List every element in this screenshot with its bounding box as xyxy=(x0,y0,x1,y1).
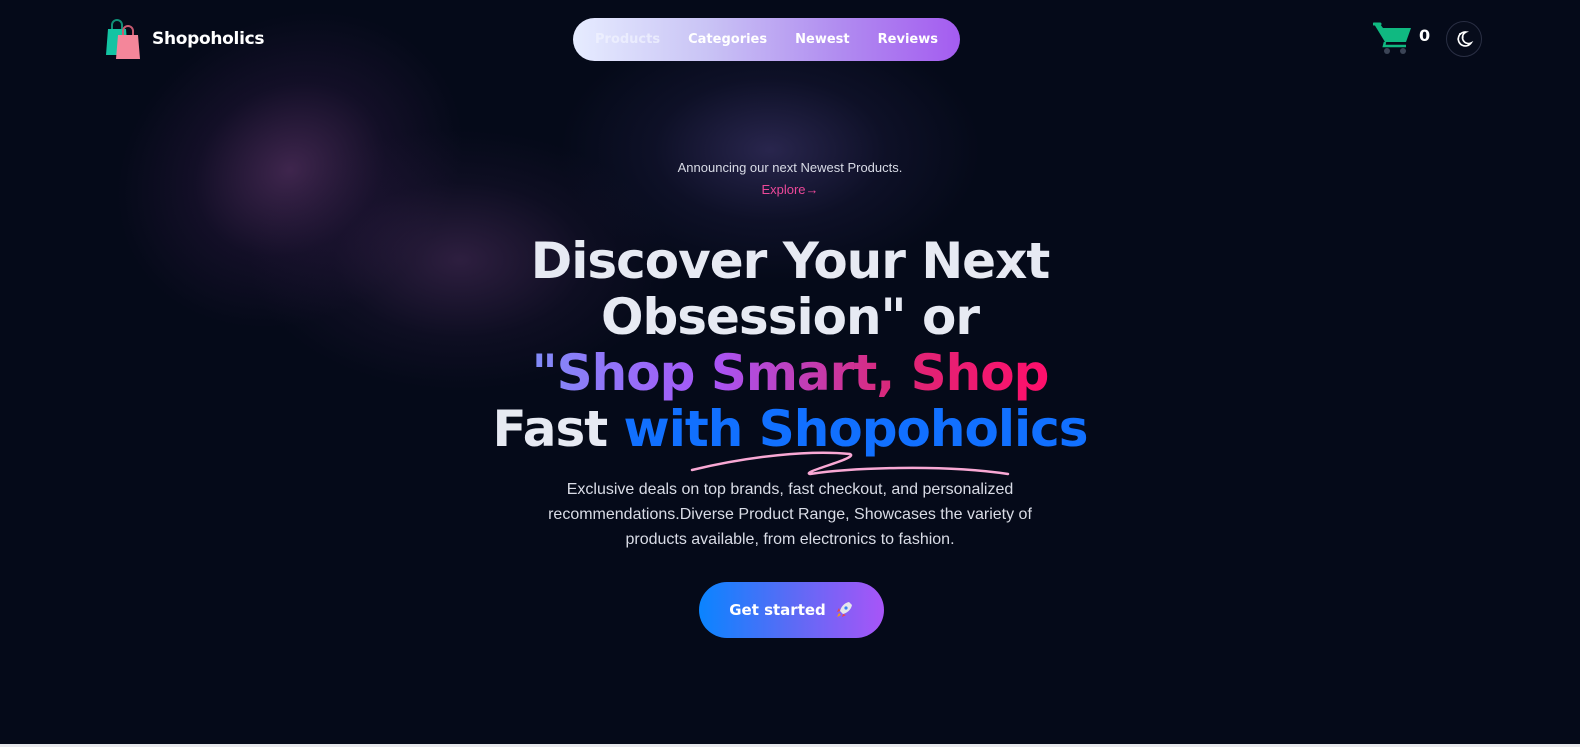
hero-subtitle: Exclusive deals on top brands, fast chec… xyxy=(548,481,1032,548)
shopping-bags-icon xyxy=(106,19,140,59)
headline-line-2: Obsession" or xyxy=(600,288,980,346)
nav-link-categories[interactable]: Categories xyxy=(688,32,767,47)
headline-line-3: "Shop Smart, Shop xyxy=(531,344,1050,402)
nav-link-newest[interactable]: Newest xyxy=(795,32,849,47)
cart-icon[interactable] xyxy=(1373,20,1413,56)
rocket-icon xyxy=(836,602,852,617)
moon-stars-icon xyxy=(1457,31,1474,47)
theme-toggle-button[interactable] xyxy=(1446,21,1482,57)
explore-link[interactable]: Explore→ xyxy=(0,182,1580,197)
hero-headline: Discover Your Next Obsession" or "Shop S… xyxy=(440,233,1140,457)
headline-line-1: Discover Your Next xyxy=(530,232,1050,290)
brand-logo-link[interactable]: Shopoholics xyxy=(102,18,265,60)
main-nav: Products Categories Newest Reviews xyxy=(573,18,960,61)
brand-name: Shopoholics xyxy=(152,29,265,49)
nav-link-products[interactable]: Products xyxy=(595,32,660,47)
announcement-text: Announcing our next Newest Products. xyxy=(677,160,903,175)
get-started-label: Get started xyxy=(729,601,826,619)
cart-count-badge: 0 xyxy=(1419,26,1431,45)
headline-line-4a: Fast xyxy=(492,400,608,458)
nav-link-reviews[interactable]: Reviews xyxy=(878,32,938,47)
get-started-button[interactable]: Get started xyxy=(699,582,884,638)
